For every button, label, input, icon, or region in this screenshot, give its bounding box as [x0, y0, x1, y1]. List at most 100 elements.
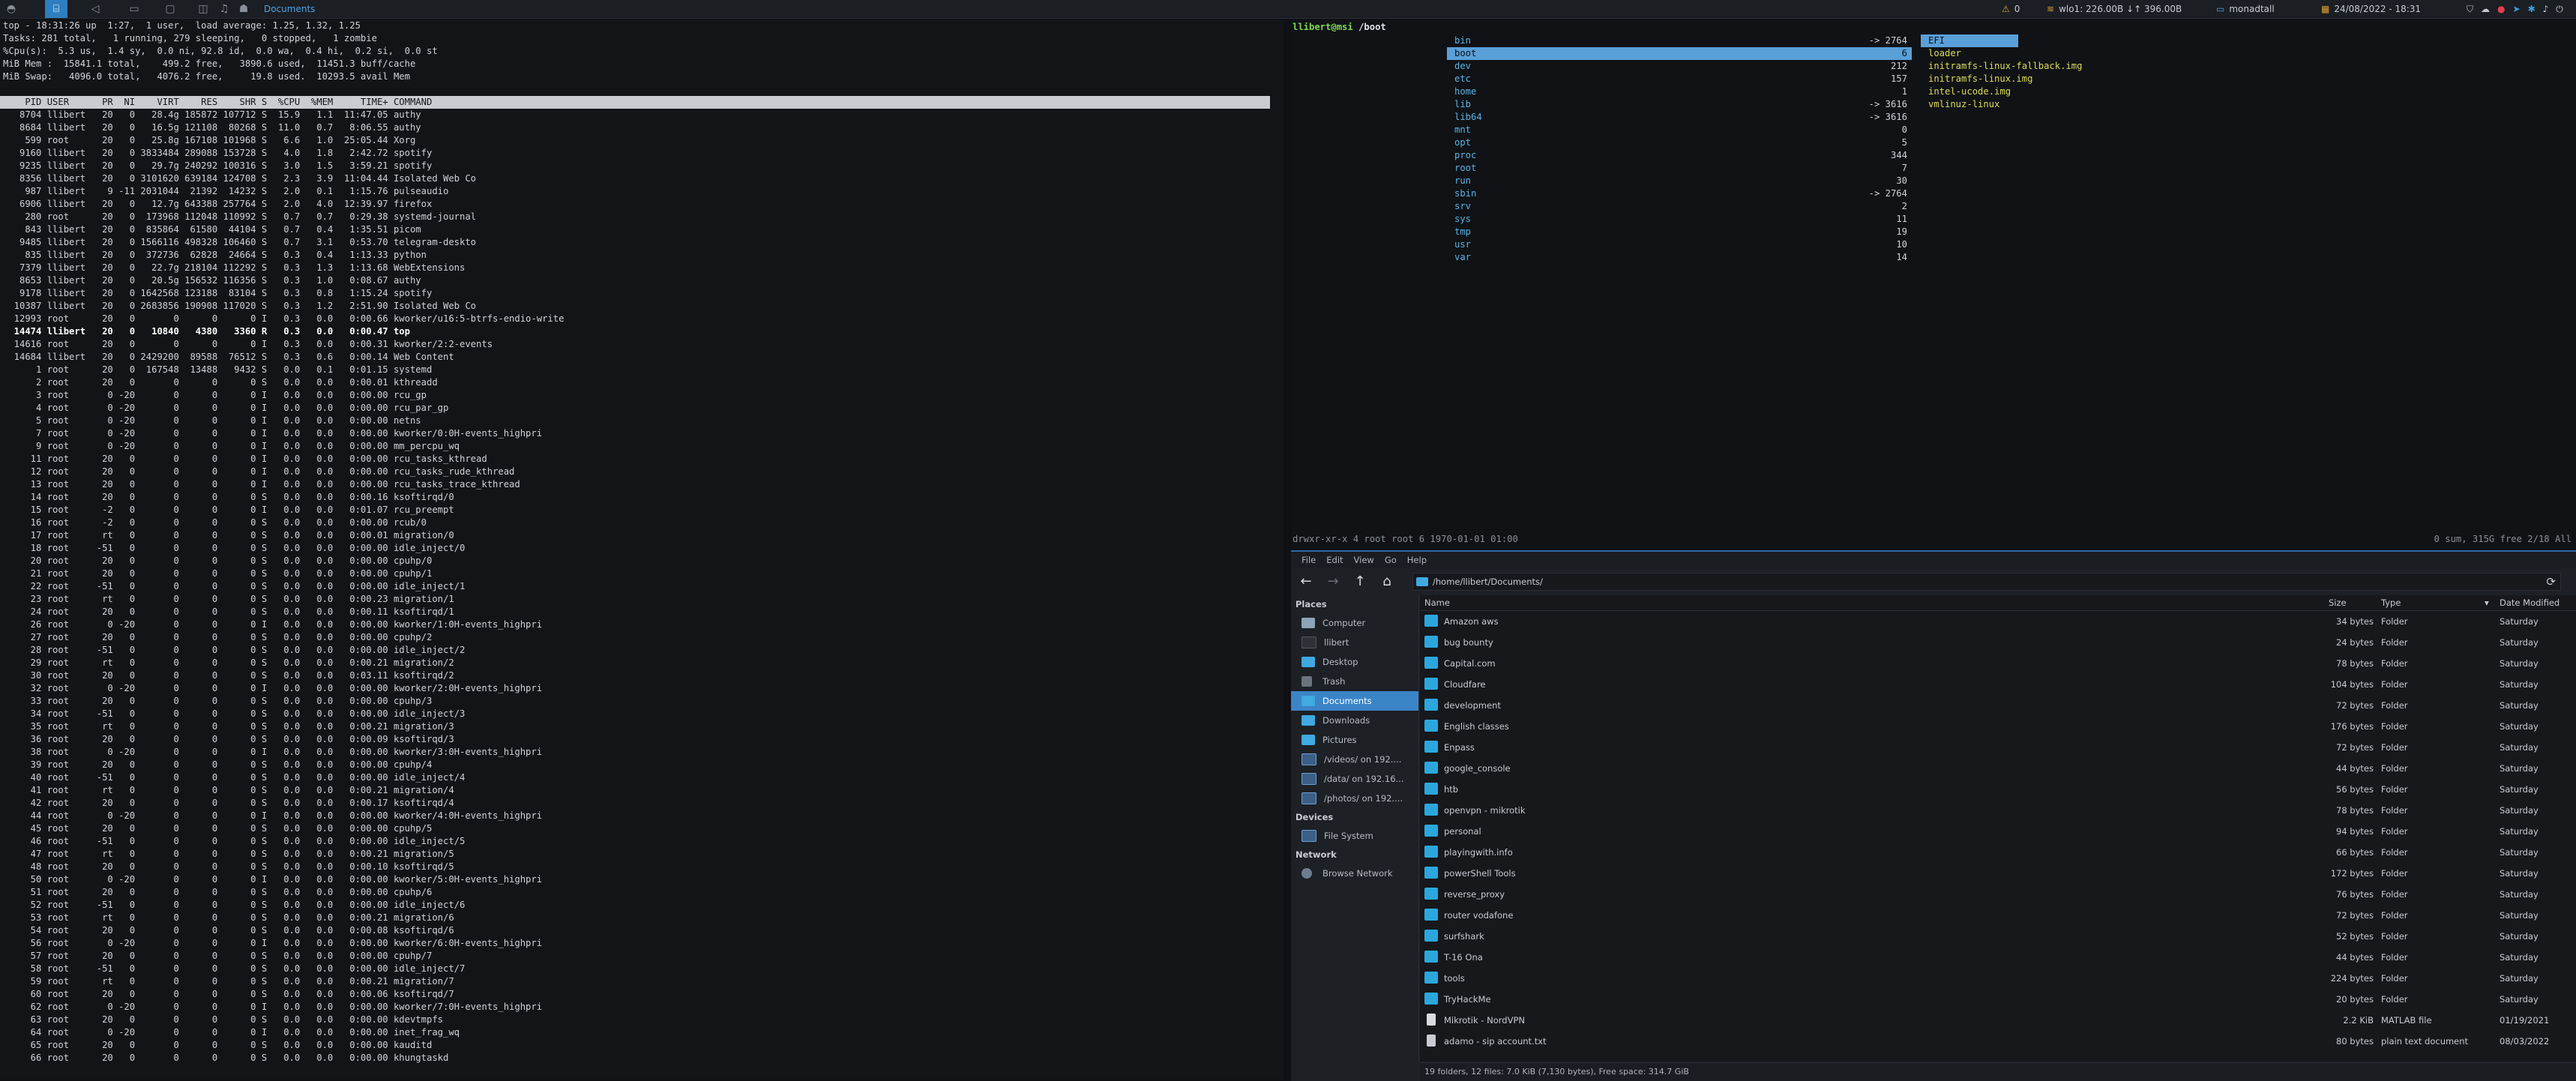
- ranger-preview-column[interactable]: EFI loader initramfs-linux-fallback.img ini…: [1921, 34, 2566, 111]
- ranger-directory-column[interactable]: bin -> 2764 boot 6 dev 212 etc 157 home 1 lib -> 36…: [1447, 34, 1912, 264]
- ranger-directory-entry[interactable]: opt 5: [1447, 136, 1912, 149]
- sidebar-item[interactable]: Documents: [1291, 691, 1418, 711]
- file-row[interactable]: powerShell Tools 172 bytes Folder Saturday: [1420, 863, 2576, 884]
- process-row[interactable]: 44 root 0 -20 0 0 0 I 0.0 0.0 0:00.00 kw…: [0, 810, 1284, 822]
- column-name-header[interactable]: Name: [1424, 597, 1450, 608]
- ranger-directory-entry[interactable]: home 1: [1447, 85, 1912, 98]
- ranger-directory-entry[interactable]: tmp 19: [1447, 226, 1912, 238]
- process-row[interactable]: 12993 root 20 0 0 0 0 I 0.3 0.0 0:00.66 …: [0, 313, 1284, 325]
- process-row[interactable]: 42 root 20 0 0 0 0 S 0.0 0.0 0:00.17 kso…: [0, 797, 1284, 810]
- process-row[interactable]: 10387 llibert 20 0 2683856 190908 117020…: [0, 300, 1284, 313]
- process-row[interactable]: 66 root 20 0 0 0 0 S 0.0 0.0 0:00.00 khu…: [0, 1052, 1284, 1065]
- back-arrow-icon[interactable]: ←: [1294, 570, 1318, 591]
- process-row[interactable]: 54 root 20 0 0 0 0 S 0.0 0.0 0:00.08 kso…: [0, 924, 1284, 937]
- process-row[interactable]: 7379 llibert 20 0 22.7g 218104 112292 S …: [0, 262, 1284, 274]
- home-icon[interactable]: ⌂: [1375, 570, 1399, 591]
- process-row[interactable]: 59 root rt 0 0 0 0 S 0.0 0.0 0:00.21 mig…: [0, 975, 1284, 988]
- process-row[interactable]: 9178 llibert 20 0 1642568 123188 83104 S…: [0, 287, 1284, 300]
- location-bar[interactable]: /home/llibert/Documents/ ⟳: [1412, 573, 2561, 591]
- file-row[interactable]: T-16 Ona 44 bytes Folder Saturday: [1420, 947, 2576, 968]
- process-row[interactable]: 9485 llibert 20 0 1566116 498328 106460 …: [0, 236, 1284, 249]
- process-row[interactable]: 23 root rt 0 0 0 0 S 0.0 0.0 0:00.23 mig…: [0, 593, 1284, 606]
- process-row[interactable]: 7 root 0 -20 0 0 0 I 0.0 0.0 0:00.00 kwo…: [0, 427, 1284, 440]
- process-row[interactable]: 33 root 20 0 0 0 0 S 0.0 0.0 0:00.00 cpu…: [0, 695, 1284, 708]
- sidebar-item[interactable]: Downloads: [1291, 711, 1418, 730]
- ranger-directory-entry[interactable]: usr 10: [1447, 238, 1912, 251]
- process-row[interactable]: 40 root -51 0 0 0 0 S 0.0 0.0 0:00.00 id…: [0, 771, 1284, 784]
- process-row[interactable]: 20 root 20 0 0 0 0 S 0.0 0.0 0:00.00 cpu…: [0, 555, 1284, 567]
- ranger-directory-entry[interactable]: bin -> 2764: [1447, 34, 1912, 47]
- process-row[interactable]: 18 root -51 0 0 0 0 S 0.0 0.0 0:00.00 id…: [0, 542, 1284, 555]
- process-row[interactable]: 46 root -51 0 0 0 0 S 0.0 0.0 0:00.00 id…: [0, 835, 1284, 848]
- process-row[interactable]: 60 root 20 0 0 0 0 S 0.0 0.0 0:00.06 kso…: [0, 988, 1284, 1001]
- menu-go[interactable]: Go: [1385, 555, 1397, 565]
- network-status[interactable]: ≋ wlo1: 226.00B ↓↑ 396.00B: [2039, 0, 2189, 18]
- process-row[interactable]: 8684 llibert 20 0 16.5g 121108 80268 S 1…: [0, 121, 1284, 134]
- ranger-directory-entry[interactable]: lib64 -> 3616: [1447, 111, 1912, 124]
- process-row[interactable]: 14 root 20 0 0 0 0 S 0.0 0.0 0:00.16 kso…: [0, 491, 1284, 504]
- ranger-directory-entry[interactable]: sys 11: [1447, 213, 1912, 226]
- ranger-file-browser[interactable]: llibert@msi /boot bin -> 2764 boot 6 dev 212 e…: [1291, 19, 2576, 549]
- ranger-directory-entry[interactable]: root 7: [1447, 162, 1912, 175]
- power-icon[interactable]: ⏻: [2556, 4, 2563, 15]
- process-row[interactable]: 9235 llibert 20 0 29.7g 240292 100316 S …: [0, 160, 1284, 172]
- ranger-directory-entry[interactable]: run 30: [1447, 175, 1912, 187]
- sidebar-item[interactable]: /data/ on 192.16...: [1291, 769, 1418, 789]
- workspace-5-button[interactable]: ◫: [192, 0, 214, 18]
- layout-status[interactable]: ▭ monadtall: [2209, 0, 2282, 18]
- reload-icon[interactable]: ⟳: [2546, 575, 2556, 588]
- process-row[interactable]: 52 root -51 0 0 0 0 S 0.0 0.0 0:00.00 id…: [0, 899, 1284, 912]
- telegram-icon[interactable]: ➤: [2513, 4, 2521, 14]
- process-row[interactable]: 26 root 0 -20 0 0 0 I 0.0 0.0 0:00.00 kw…: [0, 618, 1284, 631]
- sort-chevron-down-icon[interactable]: ▾: [2485, 597, 2489, 608]
- process-row[interactable]: 835 llibert 20 0 372736 62828 24664 S 0.…: [0, 249, 1284, 262]
- menu-file[interactable]: File: [1301, 555, 1316, 565]
- process-row[interactable]: 48 root 20 0 0 0 0 S 0.0 0.0 0:00.10 kso…: [0, 861, 1284, 873]
- process-row[interactable]: 14474 llibert 20 0 10840 4380 3360 R 0.3…: [0, 325, 1284, 338]
- process-row[interactable]: 987 llibert 9 -11 2031044 21392 14232 S …: [0, 185, 1284, 198]
- process-row[interactable]: 14684 llibert 20 0 2429200 89588 76512 S…: [0, 351, 1284, 364]
- ranger-directory-entry[interactable]: srv 2: [1447, 200, 1912, 213]
- process-row[interactable]: 15 root -2 0 0 0 0 I 0.0 0.0 0:01.07 rcu…: [0, 504, 1284, 517]
- process-row[interactable]: 8356 llibert 20 0 3101620 639184 124708 …: [0, 172, 1284, 185]
- file-row[interactable]: openvpn - mikrotik 78 bytes Folder Saturday: [1420, 800, 2576, 821]
- file-list[interactable]: Name Size Type ▾ Date Modified Amazon aw…: [1420, 595, 2576, 1062]
- volume-icon[interactable]: ♪: [2543, 4, 2549, 14]
- ranger-preview-entry[interactable]: vmlinuz-linux: [1921, 98, 2566, 111]
- process-row[interactable]: 9160 llibert 20 0 3833484 289088 153728 …: [0, 147, 1284, 160]
- process-row[interactable]: 28 root -51 0 0 0 0 S 0.0 0.0 0:00.00 id…: [0, 644, 1284, 657]
- process-row[interactable]: 53 root rt 0 0 0 0 S 0.0 0.0 0:00.21 mig…: [0, 912, 1284, 924]
- workspace-1-button[interactable]: ⌸: [45, 0, 67, 18]
- process-row[interactable]: 51 root 20 0 0 0 0 S 0.0 0.0 0:00.00 cpu…: [0, 886, 1284, 899]
- process-row[interactable]: 4 root 0 -20 0 0 0 I 0.0 0.0 0:00.00 rcu…: [0, 402, 1284, 415]
- file-row[interactable]: personal 94 bytes Folder Saturday: [1420, 821, 2576, 842]
- process-row[interactable]: 29 root rt 0 0 0 0 S 0.0 0.0 0:00.21 mig…: [0, 657, 1284, 669]
- process-row[interactable]: 65 root 20 0 0 0 0 S 0.0 0.0 0:00.00 kau…: [0, 1039, 1284, 1052]
- process-row[interactable]: 58 root -51 0 0 0 0 S 0.0 0.0 0:00.00 id…: [0, 963, 1284, 975]
- process-row[interactable]: 14616 root 20 0 0 0 0 I 0.3 0.0 0:00.31 …: [0, 338, 1284, 351]
- column-type-header[interactable]: Type: [2381, 597, 2401, 608]
- process-row[interactable]: 12 root 20 0 0 0 0 I 0.0 0.0 0:00.00 rcu…: [0, 466, 1284, 478]
- menu-help[interactable]: Help: [1407, 555, 1427, 565]
- up-arrow-icon[interactable]: ↑: [1348, 570, 1372, 591]
- file-row[interactable]: tools 224 bytes Folder Saturday: [1420, 968, 2576, 989]
- sidebar-item[interactable]: /photos/ on 192....: [1291, 789, 1418, 808]
- warning-status[interactable]: ⚠ 0: [1994, 0, 2027, 18]
- process-row[interactable]: 1 root 20 0 167548 13488 9432 S 0.0 0.1 …: [0, 364, 1284, 376]
- process-row[interactable]: 5 root 0 -20 0 0 0 I 0.0 0.0 0:00.00 net…: [0, 415, 1284, 427]
- sidebar-item[interactable]: Desktop: [1291, 652, 1418, 672]
- process-row[interactable]: 16 root -2 0 0 0 0 S 0.0 0.0 0:00.00 rcu…: [0, 517, 1284, 529]
- process-row[interactable]: 64 root 0 -20 0 0 0 I 0.0 0.0 0:00.00 in…: [0, 1026, 1284, 1039]
- ranger-directory-entry[interactable]: var 14: [1447, 251, 1912, 264]
- process-row[interactable]: 9 root 0 -20 0 0 0 I 0.0 0.0 0:00.00 mm_…: [0, 440, 1284, 453]
- process-row[interactable]: 2 root 20 0 0 0 0 S 0.0 0.0 0:00.01 kthr…: [0, 376, 1284, 389]
- process-row[interactable]: 63 root 20 0 0 0 0 S 0.0 0.0 0:00.00 kde…: [0, 1014, 1284, 1026]
- process-row[interactable]: 13 root 20 0 0 0 0 I 0.0 0.0 0:00.00 rcu…: [0, 478, 1284, 491]
- file-row[interactable]: htb 56 bytes Folder Saturday: [1420, 779, 2576, 800]
- ranger-directory-entry[interactable]: mnt 0: [1447, 124, 1912, 136]
- sidebar-item[interactable]: Pictures: [1291, 730, 1418, 750]
- process-row[interactable]: 17 root rt 0 0 0 0 S 0.0 0.0 0:00.01 mig…: [0, 529, 1284, 542]
- process-table[interactable]: 8704 llibert 20 0 28.4g 185872 107712 S …: [0, 109, 1284, 1065]
- process-row[interactable]: 8704 llibert 20 0 28.4g 185872 107712 S …: [0, 109, 1284, 121]
- ranger-directory-entry[interactable]: etc 157: [1447, 73, 1912, 85]
